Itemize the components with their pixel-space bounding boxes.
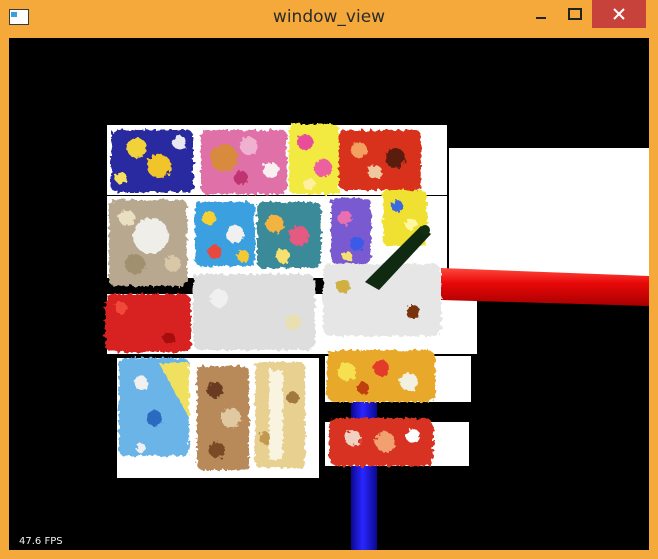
box-beige-white (109, 200, 187, 286)
point-cloud-scene (105, 124, 649, 550)
minimize-button[interactable] (524, 0, 558, 28)
box-teal-floral (257, 202, 321, 268)
box-yellow-pink (289, 124, 339, 194)
box-red (105, 294, 191, 352)
close-button[interactable] (592, 0, 646, 28)
box-red-floral (329, 418, 433, 466)
box-red-lacy (339, 130, 421, 190)
box-cyan-yellow (195, 202, 255, 266)
maximize-button[interactable] (558, 0, 592, 28)
box-blue-yellow (111, 130, 193, 192)
minimize-icon (536, 17, 546, 19)
green-axis-tip (420, 225, 430, 235)
box-brown-chocolate (197, 366, 249, 470)
maximize-icon (568, 8, 582, 20)
box-cream-stripe (255, 362, 305, 468)
box-purple-blue (331, 198, 371, 264)
box-white-large (193, 274, 315, 350)
point-cloud-objects (105, 124, 441, 470)
close-icon (613, 8, 625, 20)
box-cyan-blue (119, 358, 189, 456)
fps-counter: 47.6 FPS (19, 536, 63, 547)
app-window: window_view 47.6 FPS (0, 0, 658, 559)
title-bar[interactable]: window_view (0, 0, 658, 36)
box-pink-floral (201, 130, 287, 194)
render-viewport[interactable]: 47.6 FPS (9, 38, 649, 550)
box-orange-floral (327, 350, 435, 402)
